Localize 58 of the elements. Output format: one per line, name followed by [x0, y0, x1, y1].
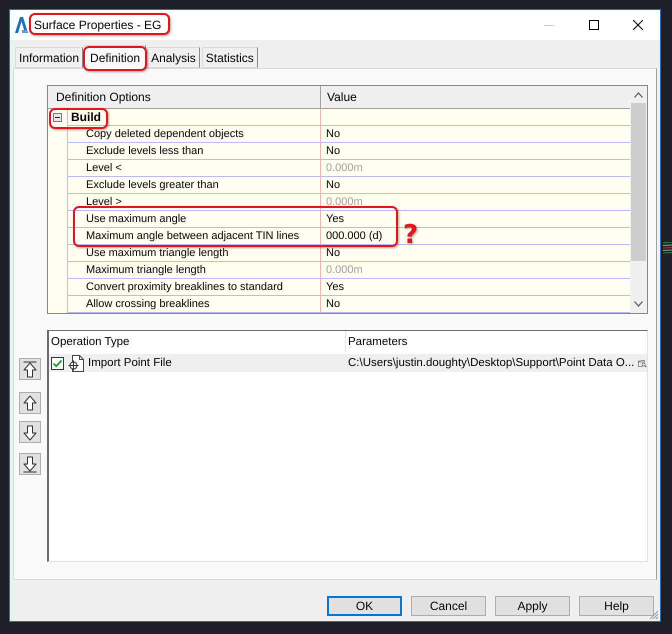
property-value[interactable]: No	[326, 126, 340, 142]
arrow-up-bar-icon	[22, 360, 38, 378]
property-name: Convert proximity breaklines to standard	[86, 280, 283, 295]
property-value[interactable]: Yes	[326, 279, 344, 295]
property-value[interactable]: No	[326, 296, 340, 312]
column-header: Operation Type	[49, 331, 346, 352]
property-value[interactable]: No	[326, 143, 340, 159]
property-name: Copy deleted dependent objects	[86, 127, 244, 142]
chevron-up-icon[interactable]	[634, 92, 643, 98]
dialog-button[interactable]: Cancel	[411, 596, 486, 616]
property-name: Maximum triangle length	[86, 263, 206, 278]
maximize-icon	[588, 20, 598, 30]
property-name: Exclude levels less than	[86, 144, 204, 159]
tab[interactable]: Information	[15, 47, 84, 68]
collapse-icon[interactable]	[53, 113, 62, 122]
window-title: Surface Properties - EG	[34, 17, 162, 33]
operation-type: Import Point File	[88, 357, 172, 369]
dialog-button[interactable]: OK	[327, 596, 402, 616]
scrollbar-thumb[interactable]	[631, 103, 646, 261]
arrow-down-bar-icon	[22, 456, 38, 472]
app-logo-icon	[15, 17, 28, 33]
column-header: Parameters	[347, 334, 408, 350]
document-crosshair-icon	[68, 354, 84, 372]
property-value[interactable]: Yes	[326, 211, 344, 227]
tab[interactable]: Analysis	[147, 47, 200, 68]
property-value[interactable]: 000.000 (d)	[326, 228, 382, 244]
property-name: Level >	[86, 195, 122, 210]
close-icon	[633, 20, 643, 30]
arrow-down-icon	[22, 424, 38, 440]
property-value[interactable]: No	[326, 177, 340, 193]
dialog-button[interactable]: Apply	[495, 596, 570, 616]
resize-grip-icon[interactable]	[649, 610, 659, 620]
move-bottom-button[interactable]	[19, 453, 41, 475]
tab[interactable]: Statistics	[202, 47, 258, 68]
property-name: Maximum angle between adjacent TIN lines	[86, 229, 300, 244]
minimize-icon	[544, 24, 554, 26]
move-top-button[interactable]	[19, 358, 41, 380]
property-name: Use maximum angle	[86, 212, 186, 227]
group-label[interactable]: Build	[71, 110, 101, 124]
property-name: Exclude levels greater than	[86, 178, 219, 193]
scrollbar[interactable]	[630, 86, 647, 313]
move-down-button[interactable]	[19, 421, 41, 443]
column-header: Value	[326, 89, 358, 106]
property-name: Use maximum triangle length	[86, 246, 228, 261]
chevron-down-icon[interactable]	[634, 301, 643, 307]
move-up-button[interactable]	[19, 392, 41, 414]
property-name: Level <	[86, 161, 122, 176]
property-value[interactable]: No	[326, 245, 340, 261]
arrow-up-icon	[22, 394, 38, 412]
operation-row[interactable]: Import Point File C:\Users\justin.doughty\Desktop\Support\Point Data O...	[49, 354, 647, 372]
property-name: Allow crossing breaklines	[86, 297, 210, 312]
column-header: Definition Options	[48, 86, 321, 108]
cad-lines-drawing	[663, 242, 672, 254]
dialog-button[interactable]: Help	[579, 596, 654, 616]
annotation-note: ?	[403, 222, 418, 248]
checkbox[interactable]	[51, 356, 64, 370]
tab[interactable]: Definition	[84, 45, 146, 69]
operation-parameters: C:\Users\justin.doughty\Desktop\Support\Point Data O...	[348, 357, 634, 369]
